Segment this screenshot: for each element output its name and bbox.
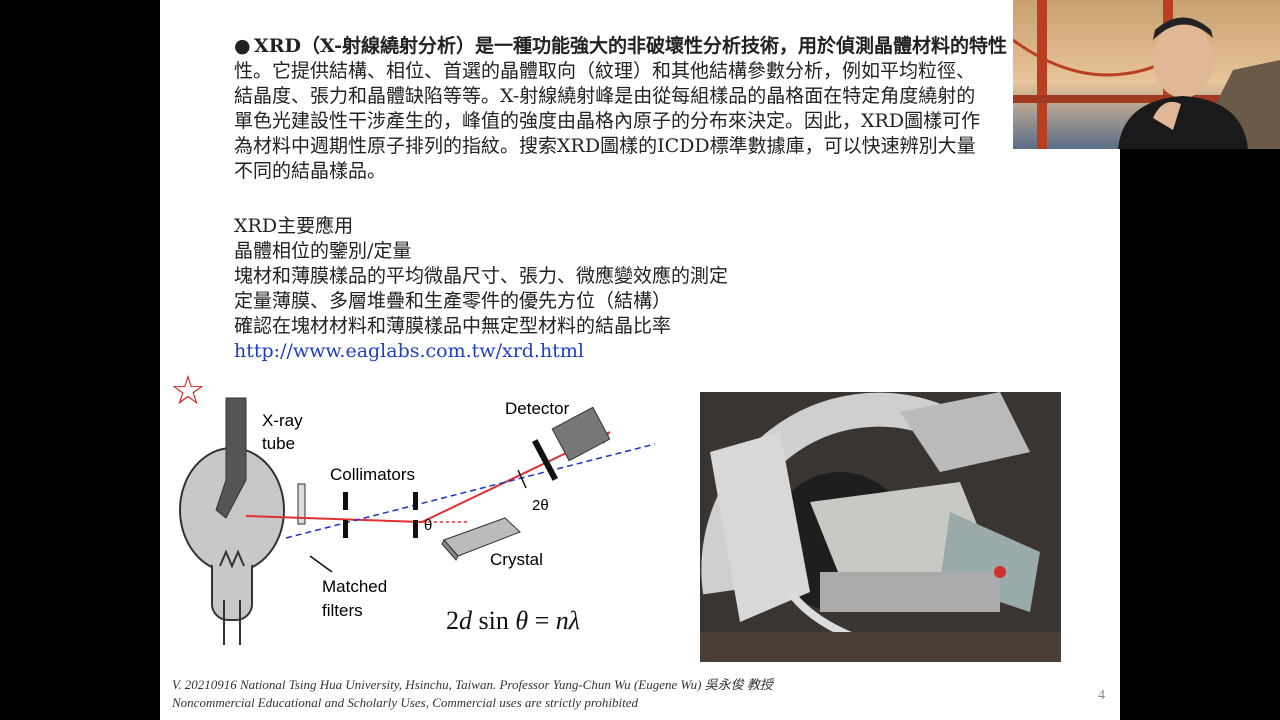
applications-heading: XRD主要應用	[234, 215, 354, 237]
two-theta-label: 2θ	[532, 497, 549, 514]
collimators-label: Collimators	[330, 465, 415, 484]
page-number: 4	[1098, 688, 1105, 703]
xrd-instrument-photo	[700, 392, 1061, 662]
collimator-slit	[413, 520, 418, 538]
application-item: 確認在塊材材料和薄膜樣品中無定型材料的結晶比率	[234, 315, 672, 337]
star-icon: ☆	[170, 368, 206, 414]
detector-slit	[532, 439, 558, 481]
collimator-slit	[343, 492, 348, 510]
footer-line: Noncommercial Educational and Scholarly …	[172, 695, 639, 710]
matched-filters-label-1: Matched	[322, 577, 387, 596]
intro-line: 為材料中週期性原子排列的指紋。搜索XRD圖樣的ICDD標準數據庫，可以快速辨別大…	[234, 135, 976, 157]
intro-line: 性。它提供結構、相位、首選的晶體取向（紋理）和其他結構參數分析，例如平均粒徑、	[234, 60, 976, 82]
collimator-slit	[413, 492, 418, 510]
intro-line: 不同的結晶樣品。	[234, 160, 387, 182]
presenter-webcam-video	[1013, 0, 1280, 149]
applications-list: XRD主要應用 晶體相位的鑒別/定量 塊材和薄膜樣品的平均微晶尺寸、張力、微應變…	[234, 214, 728, 364]
application-item: 塊材和薄膜樣品的平均微晶尺寸、張力、微應變效應的測定	[234, 265, 729, 287]
xray-tube-label-1: X-ray	[262, 411, 303, 430]
dashed-reference-line	[285, 443, 656, 539]
intro-paragraph: ● XRD（X-射線繞射分析）是一種功能強大的非破壞性分析技術，用於偵測晶體材料的…	[234, 34, 1064, 184]
bullet-icon: ●	[234, 35, 251, 57]
intro-line: 單色光建設性干涉產生的，峰值的強度由晶格內原子的分布來決定。因此，XRD圖樣可作	[234, 110, 981, 132]
footer: V. 20210916 National Tsing Hua Universit…	[172, 676, 773, 712]
bragg-equation: 2d sin θ = nλ	[446, 606, 581, 635]
footer-line: V. 20210916 National Tsing Hua Universit…	[172, 677, 773, 692]
filter-pointer	[309, 555, 333, 573]
matched-filters-label-2: filters	[322, 601, 363, 620]
crystal-label: Crystal	[490, 550, 543, 569]
application-item: 晶體相位的鑒別/定量	[234, 240, 412, 262]
theta-label: θ	[424, 517, 432, 534]
intro-lead: XRD（X-射線繞射分析）是一種功能強大的非破壞性分析技術，用於偵測晶體材料的特…	[254, 35, 1007, 57]
slide: ● XRD（X-射線繞射分析）是一種功能強大的非破壞性分析技術，用於偵測晶體材料的…	[160, 0, 1120, 720]
application-item: 定量薄膜、多層堆疊和生產零件的優先方位（結構）	[234, 290, 672, 312]
xrd-schematic-diagram: ☆ X-ray tube Collimators θ Crystal 2θ De…	[170, 368, 656, 645]
intro-line: 結晶度、張力和晶體缺陷等等。X-射線繞射峰是由從每組樣品的晶格面在特定角度繞射的	[234, 85, 976, 107]
detector-label: Detector	[505, 399, 570, 418]
collimator-slit	[343, 520, 348, 538]
xray-tube-label-2: tube	[262, 434, 295, 453]
